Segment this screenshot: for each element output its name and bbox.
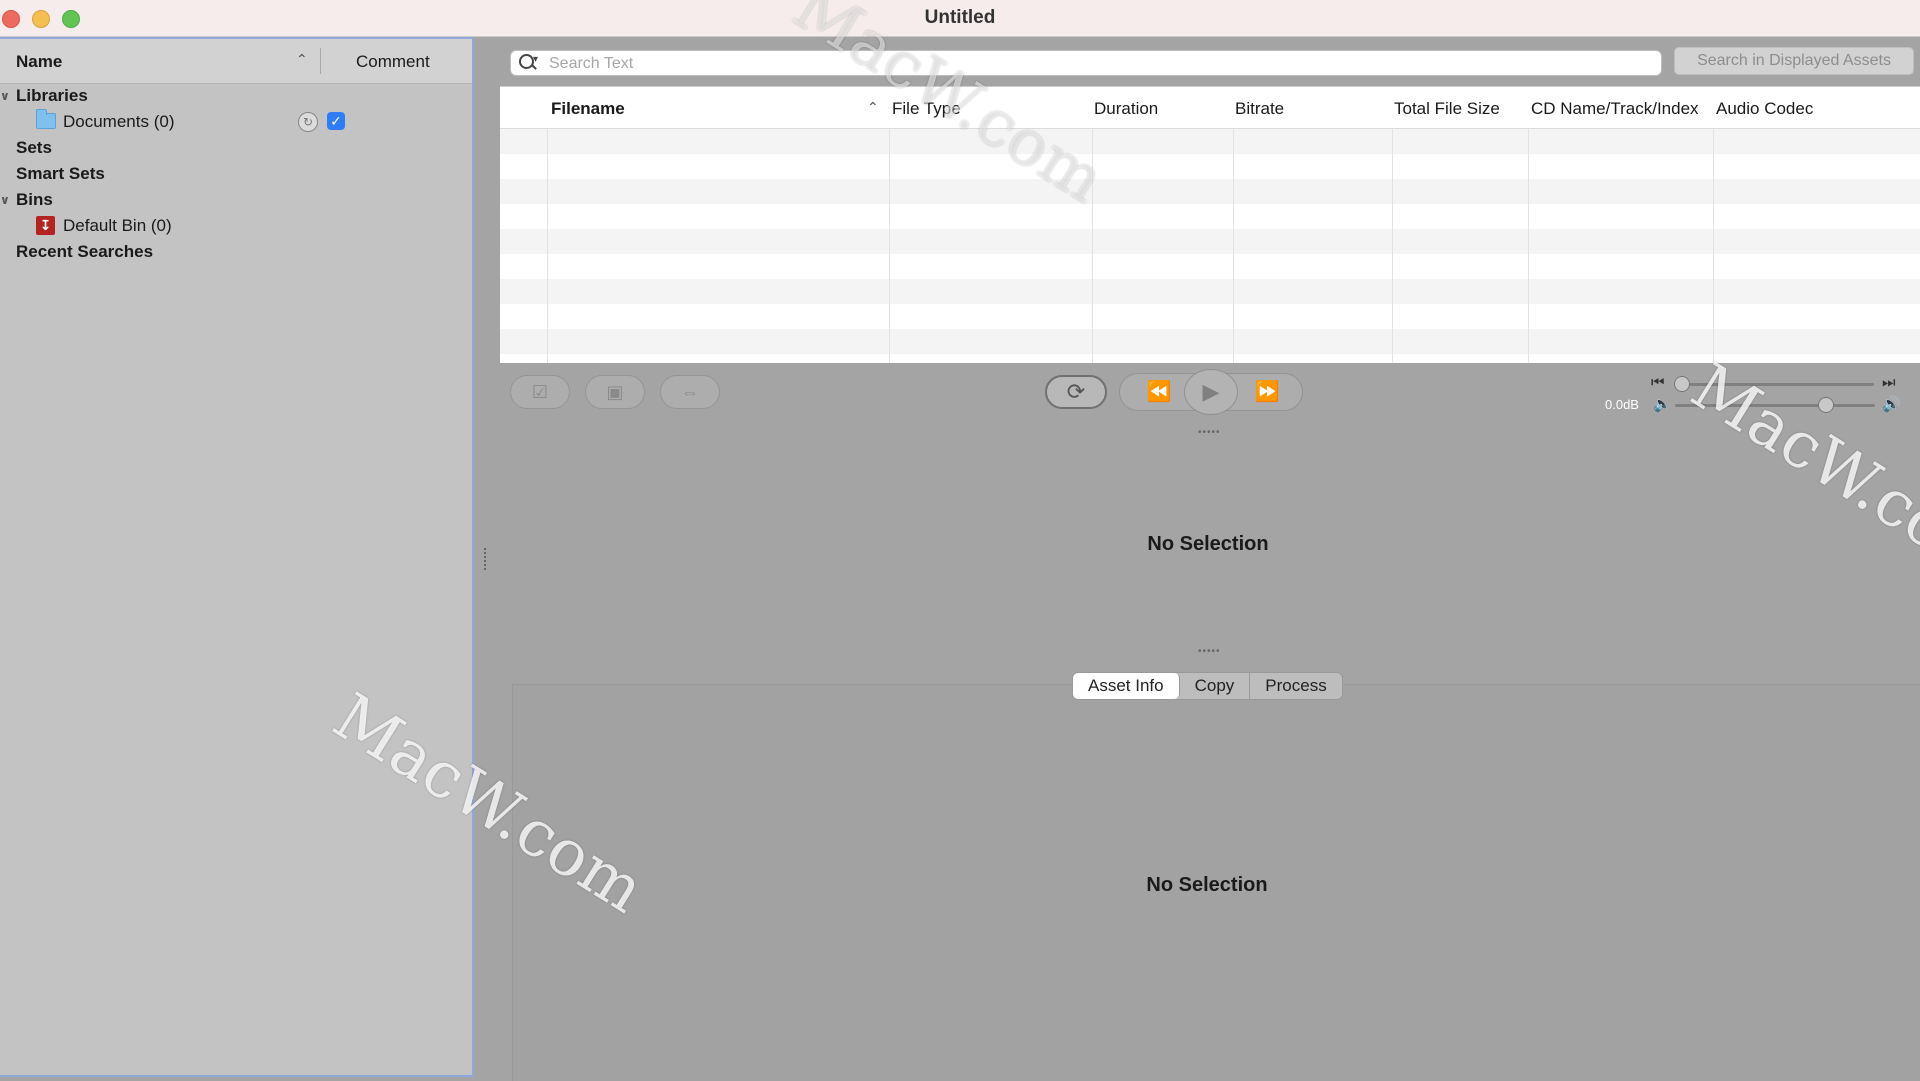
column-header-total-file-size[interactable]: Total File Size: [1394, 99, 1500, 119]
table-row[interactable]: [500, 129, 1920, 154]
position-slider-knob[interactable]: [1674, 376, 1690, 392]
search-displayed-assets-button[interactable]: Search in Displayed Assets: [1674, 47, 1914, 75]
column-divider[interactable]: [320, 48, 321, 74]
asset-table[interactable]: Filename ⌃ File Type Duration Bitrate To…: [500, 86, 1920, 363]
position-slider-track[interactable]: [1677, 383, 1874, 386]
title-bar: Untitled: [0, 0, 1920, 37]
sidebar-item-bins[interactable]: ∨ Bins: [0, 188, 460, 212]
play-button[interactable]: ▶: [1184, 369, 1238, 415]
table-row[interactable]: [500, 179, 1920, 204]
column-header-cd-name-track-index[interactable]: CD Name/Track/Index: [1531, 99, 1699, 119]
fast-forward-button[interactable]: ⏩: [1242, 374, 1292, 410]
waveform-icon: ⇔: [681, 382, 699, 402]
fast-forward-icon: ⏩: [1254, 381, 1280, 403]
pane-resize-handle[interactable]: •••••: [1198, 427, 1221, 438]
rewind-icon: ⏪: [1146, 381, 1172, 403]
inspector-empty-text: No Selection: [1146, 874, 1268, 896]
mark-asset-button[interactable]: ☑: [510, 375, 570, 409]
sync-status-icon[interactable]: ↻: [298, 112, 318, 132]
column-divider: [1713, 129, 1714, 363]
sidebar: Name ⌃ Comment ∨ Libraries Documents (0)…: [0, 37, 474, 1077]
window-title: Untitled: [924, 7, 996, 28]
chevron-down-icon[interactable]: ∨: [0, 84, 10, 108]
table-row[interactable]: [500, 329, 1920, 354]
preview-asset-button[interactable]: ▣: [585, 375, 645, 409]
folder-icon: [36, 109, 56, 129]
column-divider: [1092, 129, 1093, 363]
table-row[interactable]: [500, 304, 1920, 329]
play-icon: ▶: [1202, 379, 1220, 404]
download-bin-icon: ↧: [36, 216, 55, 235]
preview-empty-text: No Selection: [1147, 533, 1269, 555]
table-row[interactable]: [500, 254, 1920, 279]
sidebar-item-label: Default Bin (0): [63, 216, 172, 235]
sidebar-splitter-handle[interactable]: [484, 548, 489, 570]
search-icon[interactable]: [519, 54, 534, 69]
table-header: Filename ⌃ File Type Duration Bitrate To…: [500, 87, 1920, 129]
sidebar-item-recent-searches[interactable]: Recent Searches: [16, 240, 153, 264]
column-divider: [889, 129, 890, 363]
sidebar-item-sets[interactable]: Sets: [16, 136, 52, 160]
waveform-button[interactable]: ⇔: [660, 375, 720, 409]
pane-resize-handle[interactable]: •••••: [1198, 646, 1221, 657]
inspector-tabs: Asset Info Copy Process: [1072, 672, 1343, 700]
sidebar-item-smart-sets[interactable]: Smart Sets: [16, 162, 105, 186]
skip-back-icon[interactable]: ⏮: [1651, 374, 1665, 391]
speaker-mute-icon[interactable]: 🔈: [1653, 395, 1672, 413]
sort-ascending-icon[interactable]: ⌃: [296, 51, 308, 68]
search-field[interactable]: ▾: [510, 50, 1662, 77]
name-column-header[interactable]: Name: [16, 52, 62, 72]
speaker-loud-icon[interactable]: 🔊: [1882, 395, 1901, 413]
column-divider: [547, 129, 548, 363]
table-row[interactable]: [500, 204, 1920, 229]
tab-asset-info[interactable]: Asset Info: [1073, 673, 1180, 699]
checkmark-box-icon: ☑: [531, 382, 549, 402]
sidebar-item-documents[interactable]: Documents (0): [0, 109, 460, 134]
loop-icon: ⟳: [1066, 379, 1086, 404]
column-header-filename[interactable]: Filename: [551, 99, 625, 119]
sidebar-item-label: Libraries: [16, 86, 88, 105]
gain-label: 0.0dB: [1605, 397, 1639, 412]
table-row[interactable]: [500, 154, 1920, 179]
sidebar-item-libraries[interactable]: ∨ Libraries: [0, 84, 460, 108]
loop-button[interactable]: ⟳: [1045, 375, 1107, 409]
tab-process[interactable]: Process: [1250, 673, 1341, 699]
table-row[interactable]: [500, 229, 1920, 254]
rewind-button[interactable]: ⏪: [1134, 374, 1184, 410]
tab-copy[interactable]: Copy: [1180, 673, 1251, 699]
volume-slider-track[interactable]: [1675, 404, 1875, 407]
skip-forward-icon[interactable]: ⏭: [1882, 374, 1896, 391]
column-header-bitrate[interactable]: Bitrate: [1235, 99, 1284, 119]
table-row[interactable]: [500, 279, 1920, 304]
column-header-file-type[interactable]: File Type: [892, 99, 961, 119]
volume-slider-knob[interactable]: [1818, 397, 1834, 413]
image-frame-icon: ▣: [606, 382, 624, 402]
search-input[interactable]: [547, 51, 1651, 77]
chevron-down-icon[interactable]: ∨: [0, 188, 10, 212]
column-divider: [1233, 129, 1234, 363]
column-divider: [1392, 129, 1393, 363]
sidebar-item-default-bin[interactable]: ↧ Default Bin (0): [0, 214, 460, 238]
sidebar-item-label: Bins: [16, 190, 53, 209]
chevron-down-icon[interactable]: ▾: [533, 54, 538, 65]
column-divider: [1528, 129, 1529, 363]
column-header-duration[interactable]: Duration: [1094, 99, 1158, 119]
library-enabled-checkbox[interactable]: ✓: [327, 112, 345, 130]
sidebar-item-label: Documents (0): [63, 112, 175, 131]
sidebar-header: Name ⌃ Comment: [0, 39, 472, 84]
column-header-audio-codec[interactable]: Audio Codec: [1716, 99, 1813, 119]
comment-column-header[interactable]: Comment: [356, 52, 430, 72]
sort-ascending-icon[interactable]: ⌃: [867, 99, 879, 116]
